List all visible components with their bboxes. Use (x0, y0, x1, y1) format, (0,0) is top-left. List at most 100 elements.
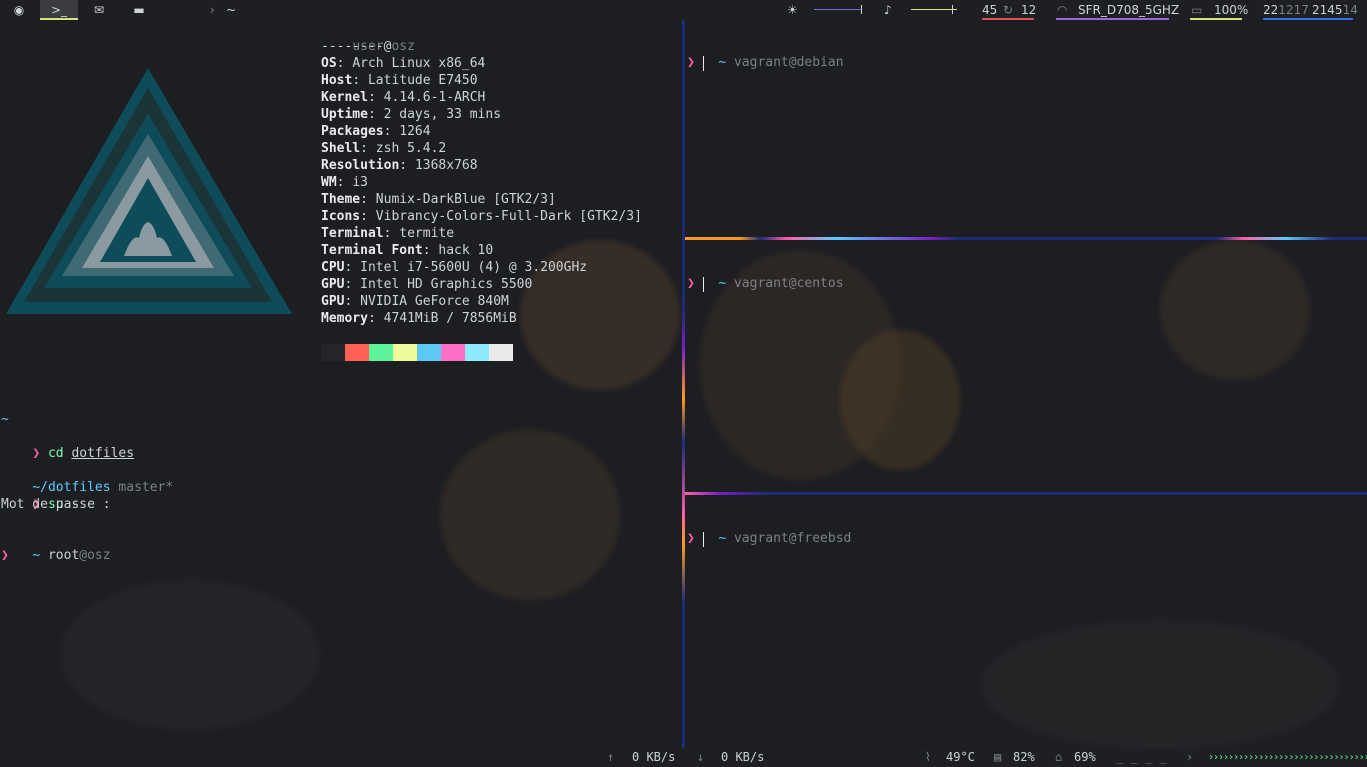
neofetch-key: Terminal Font (321, 243, 423, 258)
neofetch-key: OS (321, 56, 337, 71)
color-swatch (393, 344, 417, 361)
command-line: ❯ su - (32, 497, 80, 512)
neofetch-key: Icons (321, 209, 361, 224)
pane-border-horizontal[interactable] (685, 237, 1367, 240)
disk-icon: ▤ (994, 750, 1002, 764)
color-swatch (441, 344, 465, 361)
neofetch-value: 1368x768 (414, 158, 478, 173)
chevron-right-icon: › (1186, 750, 1194, 764)
neofetch-key: GPU (321, 277, 345, 292)
time: 214514 (1312, 3, 1358, 17)
upload-icon: ↑ (607, 750, 615, 764)
neofetch-row: CPU: Intel i7-5600U (4) @ 3.200GHz (321, 260, 588, 275)
globe-icon: ◉ (13, 3, 25, 17)
download-icon: ↓ (697, 750, 705, 764)
neofetch-key: CPU (321, 260, 345, 275)
text-cursor (703, 532, 704, 547)
workspace-chat[interactable]: ▬ (120, 0, 158, 20)
terminal-icon: >_ (50, 3, 68, 17)
neofetch-value: NVIDIA GeForce 840M (360, 294, 509, 309)
neofetch-key: WM (321, 175, 337, 190)
neofetch-key: Resolution (321, 158, 400, 173)
battery-icon: ▭ (1191, 3, 1203, 17)
placeholder-indicators: _ _ _ _ (1116, 750, 1167, 764)
neofetch-row: Packages: 1264 (321, 124, 431, 139)
prompt-symbol[interactable]: ❯ (1, 547, 9, 564)
neofetch-value: 2 days, 33 mins (383, 107, 502, 122)
pane-prompt-host: ~ vagrant@freebsd (718, 531, 852, 546)
neofetch-title: user@osz (352, 39, 415, 54)
neofetch-row: Host: Latitude E7450 (321, 73, 478, 88)
neofetch-value: 1264 (399, 124, 431, 139)
download-speed: 0 KB/s (721, 750, 765, 764)
neofetch-row: Terminal: termite (321, 226, 455, 241)
upload-speed: 0 KB/s (632, 750, 676, 764)
neofetch-row: GPU: NVIDIA GeForce 840M (321, 294, 509, 309)
neofetch-row: Theme: Numix-DarkBlue [GTK2/3] (321, 192, 556, 207)
neofetch-row: Uptime: 2 days, 33 mins (321, 107, 502, 122)
neofetch-value: 4.14.6-1-ARCH (383, 90, 486, 105)
workspace-terminal[interactable]: >_ (40, 0, 78, 20)
wifi-icon: ◠ (1057, 3, 1068, 17)
prompt-symbol: ❯ (687, 55, 695, 70)
neofetch-key: Terminal (321, 226, 384, 241)
neofetch-value: Vibrancy-Colors-Full-Dark [GTK2/3] (375, 209, 642, 224)
window-title: ~ (226, 3, 237, 17)
neofetch-row: OS: Arch Linux x86_64 (321, 56, 486, 71)
neofetch-value: Intel HD Graphics 5500 (360, 277, 533, 292)
neofetch-row: GPU: Intel HD Graphics 5500 (321, 277, 533, 292)
neofetch-row: Terminal Font: hack 10 (321, 243, 494, 258)
neofetch-key: Kernel (321, 90, 368, 105)
text-cursor (703, 56, 704, 71)
text-cursor (703, 277, 704, 292)
neofetch-row: Resolution: 1368x768 (321, 158, 478, 173)
top-bar: ◉ >_ ✉ ▬ › ~ ☀ ♪ 45 ↻ 12 ◠ SFR_D708_5GHZ… (0, 0, 1367, 20)
neofetch-key: Memory (321, 311, 368, 326)
mail-icon: ✉ (93, 3, 105, 17)
color-swatch (345, 344, 369, 361)
prompt-cwd: ~/dotfiles master* (32, 480, 174, 495)
bottom-bar: ↑ 0 KB/s ↓ 0 KB/s ⌇ 49°C ▤ 82% ⌂ 69% _ _… (0, 748, 1367, 767)
neofetch-value: Numix-DarkBlue [GTK2/3] (375, 192, 556, 207)
disk-usage: 82% (1013, 750, 1035, 764)
color-swatch (369, 344, 393, 361)
neofetch-key: Uptime (321, 107, 368, 122)
arch-logo (6, 68, 292, 314)
neofetch-row: Icons: Vibrancy-Colors-Full-Dark [GTK2/3… (321, 209, 642, 224)
neofetch-key: GPU (321, 294, 345, 309)
neofetch-value: Arch Linux x86_64 (352, 56, 486, 71)
workspace-web[interactable]: ◉ (0, 0, 38, 20)
prompt-cwd: ~ root@osz (32, 548, 111, 563)
neofetch-key: Packages (321, 124, 384, 139)
pane-border-vertical[interactable] (682, 20, 685, 748)
home-icon: ⌂ (1055, 750, 1063, 764)
color-swatch (321, 344, 345, 361)
battery-level: 100% (1214, 3, 1249, 17)
cpu-temperature: 49°C (946, 750, 975, 764)
wifi-ssid: SFR_D708_5GHZ (1078, 3, 1180, 17)
color-swatch (465, 344, 489, 361)
color-swatch (489, 344, 513, 361)
prompt-cwd: ~ (1, 412, 9, 427)
brightness-icon: ☀ (787, 3, 798, 17)
neofetch-separator: -------- (321, 39, 384, 54)
neofetch-row: WM: i3 (321, 175, 368, 190)
neofetch-value: Latitude E7450 (367, 73, 478, 88)
chat-icon: ▬ (133, 3, 145, 17)
progress-indicator: ›››››››››››››››››››››››››››››››› (1208, 752, 1367, 763)
updates-pending: 12 (1021, 3, 1037, 17)
updates-count: 45 (982, 3, 998, 17)
pane-border-horizontal[interactable] (685, 492, 1367, 495)
neofetch-key: Theme (321, 192, 361, 207)
neofetch-row: Memory: 4741MiB / 7856MiB (321, 311, 517, 326)
neofetch-value: Intel i7-5600U (4) @ 3.200GHz (360, 260, 588, 275)
password-prompt: Mot de passe : (1, 497, 111, 512)
neofetch-row: Shell: zsh 5.4.2 (321, 141, 447, 156)
date: 221217 (1263, 3, 1309, 17)
neofetch-value: zsh 5.4.2 (375, 141, 447, 156)
neofetch-key: Shell (321, 141, 361, 156)
neofetch-row: Kernel: 4.14.6-1-ARCH (321, 90, 486, 105)
home-usage: 69% (1074, 750, 1096, 764)
workspace-mail[interactable]: ✉ (80, 0, 118, 20)
neofetch-value: 4741MiB / 7856MiB (383, 311, 517, 326)
